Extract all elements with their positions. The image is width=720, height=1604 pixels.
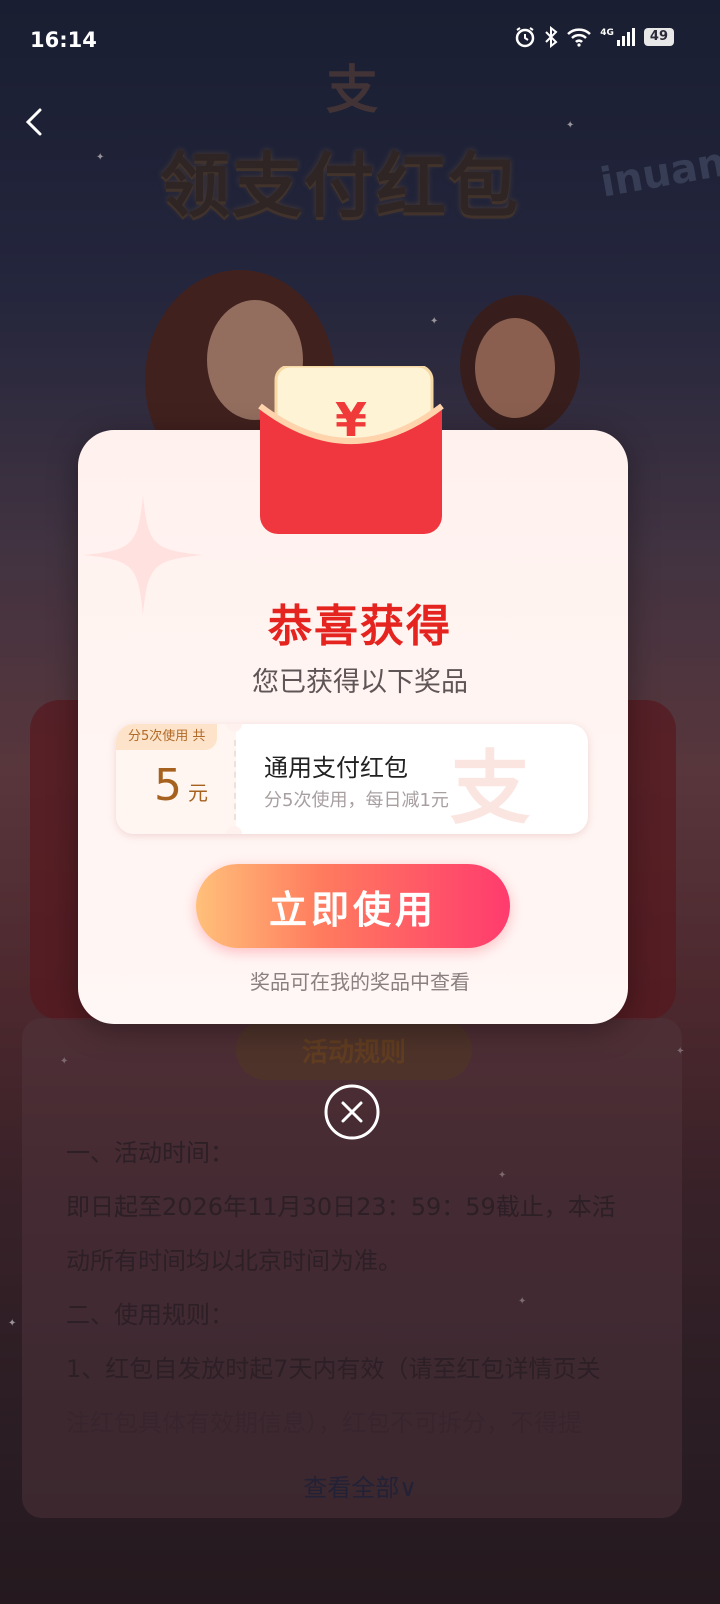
coupon-notch [226,826,242,834]
coupon-amount: 5元 [154,760,208,811]
bluetooth-icon [545,26,558,48]
coupon-tag: 分5次使用 共 [116,724,218,750]
network-label: 4G [600,28,614,38]
alarm-icon [516,27,535,48]
coupon-description: 分5次使用，每日减1元 [264,790,449,811]
close-icon [324,1084,380,1140]
close-button[interactable] [324,1084,380,1140]
signal-icon [616,28,635,46]
coupon-divider [234,740,236,820]
coupon-card: 支 分5次使用 共 5元 通用支付红包 分5次使用，每日减1元 [116,724,588,834]
yuan-symbol: ¥ [335,393,367,447]
modal-subtitle: 您已获得以下奖品 [252,667,468,698]
modal-hint: 奖品可在我的奖品中查看 [250,970,470,994]
use-now-button[interactable]: 立即使用 [196,864,510,948]
status-time: 16:14 [30,28,97,52]
status-bar: 16:14 4G 49 [0,0,720,80]
chevron-left-icon [25,108,42,136]
status-icons: 4G 49 [514,26,674,48]
coupon-watermark: 支 [450,742,530,834]
coupon-amount-number: 5 [154,760,182,811]
coupon-amount-unit: 元 [188,781,208,805]
modal-title: 恭喜获得 [268,601,452,652]
wifi-icon [567,28,592,47]
red-envelope-icon: ¥ [258,366,444,534]
coupon-name: 通用支付红包 [264,754,408,782]
battery-indicator: 49 [643,28,674,46]
back-button[interactable] [18,104,54,140]
